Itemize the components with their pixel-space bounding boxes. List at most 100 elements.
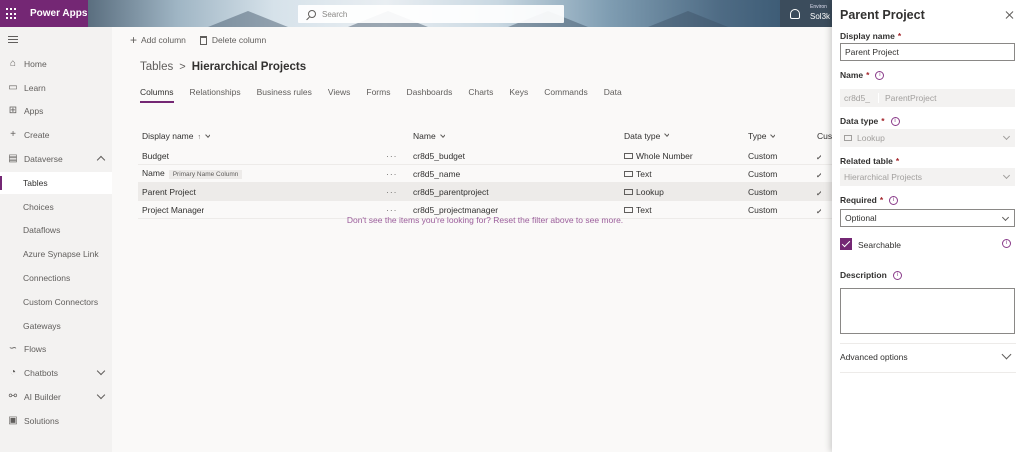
related-table-label: Related table * [840, 156, 899, 166]
row-display-name: Project Manager [142, 204, 205, 215]
columns-grid: Display name ↑ Name Data type Type Cust B… [138, 125, 834, 225]
checkmark-icon [817, 169, 821, 177]
table-row[interactable]: Budget ··· cr8d5_budget Whole Number Cus… [138, 147, 832, 165]
searchable-label[interactable]: Searchable [858, 240, 901, 250]
related-table-value: Hierarchical Projects [844, 172, 922, 182]
app-title[interactable]: Power Apps [30, 8, 87, 19]
tab-business-rules[interactable]: Business rules [257, 87, 312, 103]
table-row[interactable]: Name Primary Name Column ··· cr8d5_name T… [138, 165, 832, 183]
searchable-checkbox[interactable] [840, 238, 852, 250]
more-options-icon[interactable]: ··· [386, 151, 398, 161]
solutions-icon: ▣ [8, 415, 18, 426]
reset-filter-message[interactable]: Don't see the items you're looking for? … [138, 215, 832, 225]
name-input: cr8d5_ ParentProject [840, 89, 1015, 107]
chevron-down-icon[interactable] [1001, 349, 1012, 360]
row-data-type: Text [624, 169, 652, 179]
nav-custom-connectors-label: Custom Connectors [23, 297, 99, 307]
chevron-down-icon [439, 132, 445, 138]
info-icon[interactable]: i [1002, 239, 1011, 248]
required-marker: * [881, 116, 885, 126]
nav-azure-synapse-link[interactable]: Azure Synapse Link [0, 243, 112, 265]
required-dropdown[interactable]: Optional [840, 209, 1015, 227]
info-icon[interactable]: i [889, 195, 899, 205]
chevron-down-icon [1002, 132, 1011, 141]
info-icon[interactable]: i [890, 116, 900, 126]
nav-solutions-label: Solutions [24, 416, 59, 426]
data-type-label: Data type * i [840, 116, 900, 126]
header-type[interactable]: Type [748, 131, 776, 141]
tab-relationships[interactable]: Relationships [190, 87, 241, 103]
nav-azure-synapse-link-label: Azure Synapse Link [23, 249, 99, 259]
info-icon[interactable]: i [892, 270, 902, 280]
more-options-icon[interactable]: ··· [386, 187, 398, 197]
required-value: Optional [845, 213, 877, 223]
lookup-type-icon [844, 135, 852, 141]
primary-name-badge: Primary Name Column [168, 170, 243, 179]
more-options-icon[interactable]: ··· [386, 205, 398, 215]
header-name-label: Name [413, 131, 436, 141]
breadcrumb-current: Hierarchical Projects [191, 61, 307, 73]
nav-custom-connectors[interactable]: Custom Connectors [0, 291, 112, 313]
hamburger-menu-icon[interactable] [8, 36, 18, 45]
row-data-type-label: Text [636, 204, 652, 215]
tab-dashboards[interactable]: Dashboards [406, 87, 452, 103]
row-custom-check [817, 205, 821, 215]
nav-dataverse[interactable]: ▤ Dataverse [0, 148, 112, 170]
book-icon: ▭ [8, 82, 18, 93]
row-data-type-label: Lookup [636, 186, 664, 197]
text-type-icon [624, 206, 633, 213]
nav-solutions[interactable]: ▣ Solutions [0, 410, 112, 432]
sort-ascending-icon: ↑ [197, 134, 202, 141]
nav-chatbots[interactable]: ◔ Chatbots [0, 362, 112, 384]
nav-home[interactable]: ⌂ Home [0, 53, 112, 75]
chevron-up-icon [96, 155, 106, 165]
tab-charts[interactable]: Charts [468, 87, 493, 103]
tab-views[interactable]: Views [328, 87, 351, 103]
chatbot-icon: ◔ [9, 367, 17, 378]
info-icon[interactable]: i [875, 70, 885, 80]
description-textarea[interactable] [840, 288, 1015, 334]
nav-ai-builder[interactable]: ⚯ AI Builder [0, 386, 112, 408]
table-row[interactable]: Parent Project ··· cr8d5_parentproject L… [138, 183, 832, 201]
nav-learn[interactable]: ▭ Learn [0, 77, 112, 99]
tab-forms[interactable]: Forms [366, 87, 390, 103]
row-name: cr8d5_projectmanager [413, 204, 499, 215]
chevron-down-icon [205, 132, 210, 138]
header-data-type[interactable]: Data type [624, 131, 670, 141]
row-display-name: Parent Project [142, 186, 196, 197]
more-options-icon[interactable]: ··· [386, 169, 398, 179]
header-name[interactable]: Name [413, 131, 445, 141]
search-box[interactable]: Search [298, 5, 564, 23]
advanced-options-toggle[interactable]: Advanced options [840, 352, 908, 362]
tab-columns[interactable]: Columns [140, 87, 174, 103]
nav-tables[interactable]: Tables [0, 172, 112, 194]
text-type-icon [624, 170, 633, 177]
environment-picker[interactable]: Environ Sol3k [780, 0, 832, 27]
required-marker: * [879, 195, 884, 205]
add-column-button[interactable]: + Add column [130, 34, 186, 46]
nav-choices-label: Choices [23, 202, 54, 212]
row-type: Custom [748, 168, 778, 179]
nav-flows[interactable]: ∽ Flows [0, 338, 112, 360]
name-prefix: cr8d5_ [844, 93, 879, 103]
tab-commands[interactable]: Commands [544, 87, 587, 103]
display-name-input[interactable]: Parent Project [840, 43, 1015, 61]
header-display-name[interactable]: Display name ↑ [142, 131, 210, 141]
close-icon[interactable] [1006, 11, 1014, 19]
checkmark-icon [817, 187, 821, 195]
nav-apps[interactable]: ⊞ Apps [0, 100, 112, 122]
nav-connections[interactable]: Connections [0, 267, 112, 289]
app-launcher-icon[interactable] [6, 8, 18, 20]
nav-create[interactable]: + Create [0, 124, 112, 146]
divider [840, 372, 1016, 373]
related-table-dropdown: Hierarchical Projects [840, 168, 1015, 186]
display-name-value: Parent Project [845, 47, 899, 57]
tab-keys[interactable]: Keys [509, 87, 528, 103]
delete-column-button[interactable]: Delete column [199, 35, 266, 45]
nav-choices[interactable]: Choices [0, 196, 112, 218]
apps-icon: ⊞ [8, 105, 18, 116]
tab-data[interactable]: Data [604, 87, 622, 103]
nav-dataflows[interactable]: Dataflows [0, 219, 112, 241]
breadcrumb-tables-link[interactable]: Tables [140, 61, 173, 73]
nav-gateways[interactable]: Gateways [0, 315, 112, 337]
